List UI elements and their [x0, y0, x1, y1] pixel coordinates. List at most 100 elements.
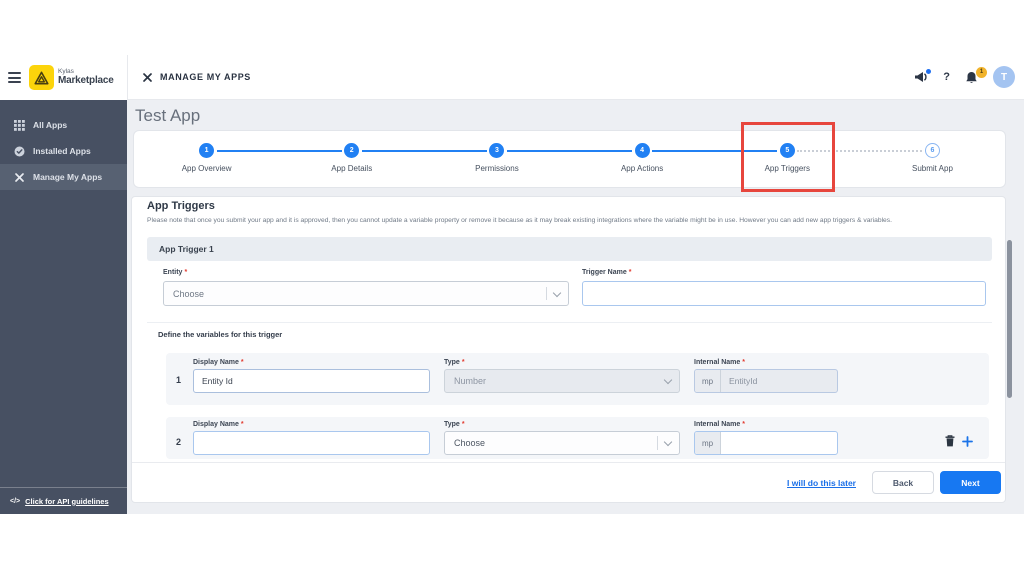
hamburger-menu-icon[interactable]	[8, 72, 21, 83]
sidebar-nav: All Apps Installed Apps Manage My Apps	[0, 112, 127, 190]
internal-name-label: Internal Name *	[694, 359, 746, 366]
entity-select-value: Choose	[173, 288, 205, 299]
chevron-down-icon	[663, 375, 673, 385]
brand-name-large: Marketplace	[58, 74, 114, 86]
trigger-name-input[interactable]	[582, 281, 986, 306]
step-number: 4	[634, 143, 650, 158]
trigger-1-header: App Trigger 1	[147, 237, 992, 261]
add-row-button[interactable]	[962, 435, 973, 447]
step-label: Submit App	[911, 164, 953, 173]
grid-icon	[13, 119, 25, 131]
display-name-input-1[interactable]	[193, 369, 430, 393]
code-icon: </>	[10, 497, 21, 505]
next-button[interactable]: Next	[940, 471, 1001, 494]
vertical-scrollbar-thumb[interactable]	[1007, 240, 1012, 398]
help-button[interactable]: ?	[943, 71, 950, 83]
check-circle-icon	[13, 145, 25, 157]
trigger-1-title: App Trigger 1	[159, 244, 214, 254]
step-app-triggers[interactable]: 5 App Triggers	[715, 131, 860, 187]
step-label: App Details	[331, 164, 373, 173]
row-index: 2	[176, 437, 182, 447]
app-triggers-card: App Triggers Please note that once you s…	[131, 196, 1006, 503]
topbar-title-group: MANAGE MY APPS	[142, 72, 251, 83]
entity-select[interactable]: Choose	[163, 281, 569, 306]
announcements-button[interactable]	[914, 69, 932, 83]
display-name-label: Display Name *	[193, 359, 244, 366]
main-content: Test App 1 App Overview 2 App Details 3	[127, 100, 1024, 514]
select-divider	[546, 286, 547, 301]
step-label: App Actions	[620, 164, 664, 173]
internal-name-value-1: EntityId	[729, 376, 758, 386]
triangle-logo-icon	[34, 71, 49, 84]
section-note: Please note that once you submit your ap…	[147, 217, 892, 224]
tools-icon	[143, 72, 152, 82]
divider	[147, 322, 992, 323]
page-title: Test App	[135, 106, 201, 125]
sidebar-item-label: Installed Apps	[33, 146, 91, 156]
sidebar-item-all-apps[interactable]: All Apps	[0, 112, 127, 138]
sidebar-item-installed-apps[interactable]: Installed Apps	[0, 138, 127, 164]
required-mark: *	[742, 421, 746, 428]
entity-label: Entity *	[163, 269, 188, 276]
topbar-title: MANAGE MY APPS	[160, 72, 251, 82]
stepper-connector-3-4	[506, 150, 633, 152]
step-app-actions[interactable]: 4 App Actions	[570, 131, 715, 187]
step-number: 6	[924, 143, 940, 158]
screen: Kylas Marketplace All Apps Installed App…	[0, 0, 1024, 576]
new-announcement-dot	[926, 69, 932, 74]
step-submit-app[interactable]: 6 Submit App	[860, 131, 1005, 187]
do-later-link[interactable]: I will do this later	[787, 478, 856, 488]
topbar: MANAGE MY APPS ? 1 T	[127, 55, 1024, 100]
plus-icon	[962, 435, 973, 447]
trash-icon	[945, 435, 955, 447]
kylas-logo[interactable]	[29, 65, 54, 90]
type-label: Type *	[444, 359, 465, 366]
delete-row-button[interactable]	[945, 435, 955, 447]
required-mark: *	[184, 269, 188, 276]
step-number: 1	[199, 143, 215, 158]
step-app-details[interactable]: 2 App Details	[279, 131, 424, 187]
app-window: Kylas Marketplace All Apps Installed App…	[0, 55, 1024, 514]
required-mark: *	[461, 359, 465, 366]
required-mark: *	[742, 359, 746, 366]
step-number: 3	[489, 143, 505, 158]
stepper: 1 App Overview 2 App Details 3 Permissio…	[133, 130, 1006, 188]
required-mark: *	[461, 421, 465, 428]
chevron-down-icon	[663, 437, 673, 447]
trigger-name-label: Trigger Name *	[582, 269, 632, 276]
type-select-2[interactable]: Choose	[444, 431, 680, 455]
form-footer: I will do this later Back Next	[132, 462, 1005, 502]
internal-name-label: Internal Name *	[694, 421, 746, 428]
step-permissions[interactable]: 3 Permissions	[424, 131, 569, 187]
type-label: Type *	[444, 421, 465, 428]
internal-name-prefix: mp	[695, 370, 721, 392]
sidebar-item-label: Manage My Apps	[33, 172, 103, 182]
stepper-connector-4-5	[652, 150, 778, 152]
notification-count-badge: 1	[976, 66, 987, 78]
type-select-1: Number	[444, 369, 680, 393]
api-guidelines-link[interactable]: </> Click for API guidelines	[0, 487, 127, 514]
display-name-input-2[interactable]	[193, 431, 430, 455]
stepper-connector-5-6	[797, 150, 923, 152]
row-actions	[945, 435, 973, 447]
step-number: 2	[344, 143, 360, 158]
sidebar-header: Kylas Marketplace	[0, 55, 127, 100]
topbar-actions: ? 1 T	[914, 66, 1015, 88]
type-select-value: Choose	[454, 438, 486, 448]
chevron-down-icon	[552, 288, 562, 297]
internal-name-value-2	[721, 432, 837, 454]
sidebar-item-label: All Apps	[33, 120, 68, 130]
internal-name-group-2: mp	[694, 431, 838, 455]
display-name-label: Display Name *	[193, 421, 244, 428]
step-label: App Overview	[181, 164, 232, 173]
stepper-connector-1-2	[216, 150, 342, 152]
required-mark: *	[240, 359, 244, 366]
avatar[interactable]: T	[993, 66, 1015, 88]
back-button[interactable]: Back	[872, 471, 934, 494]
brand-text: Kylas Marketplace	[58, 68, 114, 86]
step-app-overview[interactable]: 1 App Overview	[134, 131, 279, 187]
internal-name-prefix: mp	[695, 432, 721, 454]
notifications-button[interactable]: 1	[965, 66, 987, 84]
sidebar-item-manage-my-apps[interactable]: Manage My Apps	[0, 164, 127, 190]
row-index: 1	[176, 375, 182, 385]
